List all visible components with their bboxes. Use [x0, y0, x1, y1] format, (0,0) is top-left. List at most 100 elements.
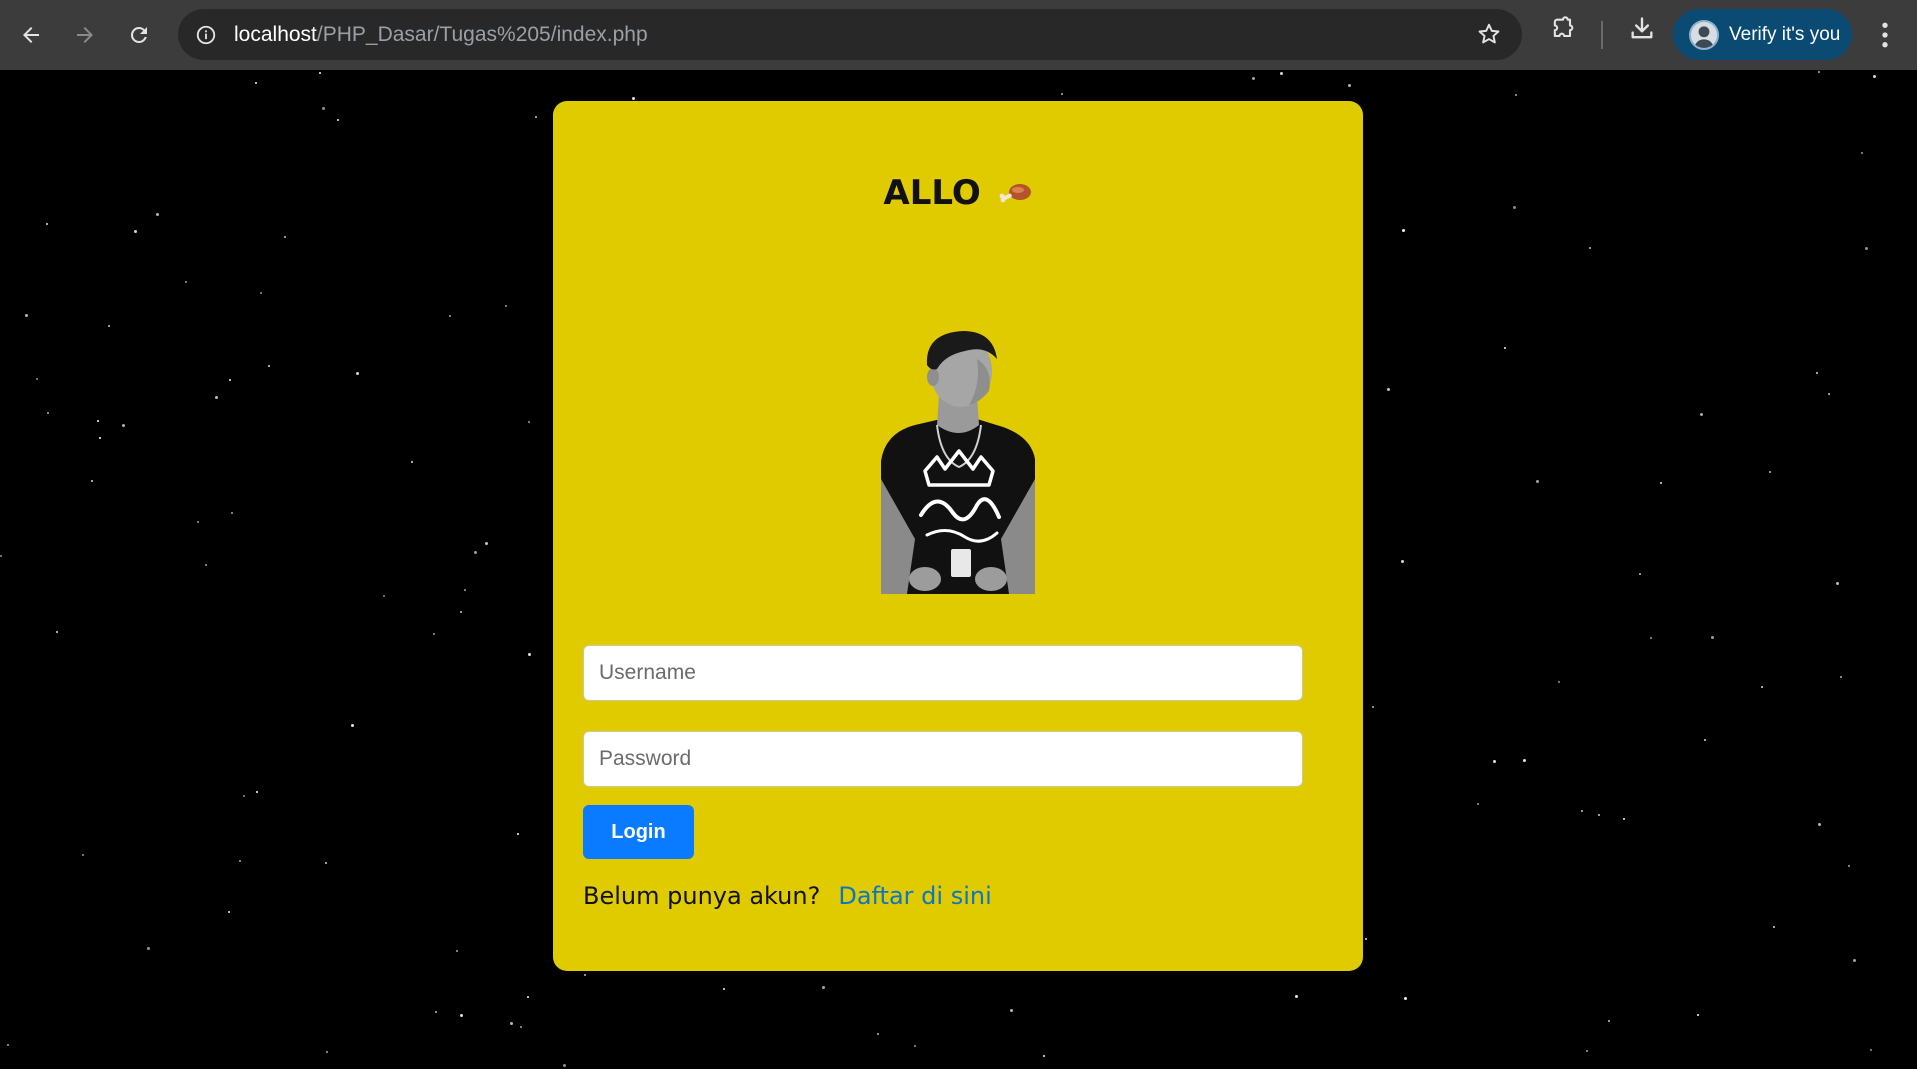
star-dot: [185, 281, 187, 283]
star-dot: [197, 521, 199, 523]
site-info-icon[interactable]: [178, 24, 234, 46]
star-dot: [0, 555, 2, 557]
star-dot: [723, 988, 725, 990]
star-dot: [1504, 347, 1506, 349]
username-input[interactable]: [583, 645, 1303, 701]
star-dot: [1365, 938, 1367, 940]
extensions-icon[interactable]: [1549, 15, 1577, 47]
star-dot: [215, 396, 218, 399]
login-card: ALLO Username Login Belum punya akun? Da…: [553, 101, 1363, 971]
star-dot: [1061, 93, 1063, 95]
url-text[interactable]: localhost/PHP_Dasar/Tugas%205/index.php: [234, 23, 648, 47]
star-dot: [456, 950, 458, 952]
star-dot: [1493, 760, 1496, 763]
login-button[interactable]: Login: [583, 805, 694, 859]
star-dot: [1711, 636, 1714, 639]
star-dot: [1536, 480, 1539, 483]
star-dot: [122, 424, 125, 427]
star-dot: [914, 1045, 916, 1047]
star-dot: [229, 379, 231, 381]
star-dot: [1372, 706, 1374, 708]
star-dot: [435, 1011, 437, 1013]
star-dot: [520, 1026, 522, 1028]
star-dot: [383, 595, 385, 597]
signup-row: Belum punya akun? Daftar di sini: [583, 882, 992, 910]
bookmark-star-icon[interactable]: [1476, 21, 1502, 51]
star-dot: [1828, 393, 1830, 395]
star-dot: [231, 512, 233, 514]
star-dot: [1660, 482, 1662, 484]
arrow-left-icon: [23, 27, 39, 43]
star-dot: [464, 589, 466, 591]
star-dot: [284, 236, 286, 238]
star-dot: [1853, 959, 1856, 962]
star-dot: [1010, 1009, 1013, 1012]
star-dot: [1477, 803, 1479, 805]
star-dot: [1598, 814, 1600, 816]
star-dot: [319, 72, 321, 74]
star-dot: [268, 365, 270, 367]
star-dot: [1761, 686, 1763, 688]
star-dot: [535, 116, 537, 118]
star-dot: [99, 437, 101, 439]
password-input[interactable]: [583, 731, 1303, 787]
verify-identity-button[interactable]: Verify it's you: [1673, 9, 1852, 60]
star-dot: [1704, 739, 1706, 741]
star-dot: [97, 420, 99, 422]
star-dot: [632, 97, 635, 100]
profile-photo: [881, 331, 1035, 594]
star-dot: [205, 564, 207, 566]
star-dot: [1870, 1049, 1872, 1051]
star-dot: [449, 315, 451, 317]
star-dot: [1586, 1050, 1588, 1052]
back-button[interactable]: [4, 8, 58, 62]
star-dot: [517, 833, 519, 835]
star-dot: [411, 461, 413, 463]
login-title: ALLO: [553, 173, 1363, 213]
star-dot: [1840, 676, 1842, 678]
star-dot: [505, 305, 507, 307]
star-dot: [1769, 471, 1771, 473]
star-dot: [256, 791, 258, 793]
star-dot: [1836, 582, 1839, 585]
star-dot: [460, 611, 462, 613]
arrow-right-icon: [77, 27, 93, 43]
page-background: ALLO Username Login Belum punya akun? Da…: [0, 70, 1917, 1069]
star-dot: [7, 1044, 9, 1046]
star-dot: [1523, 759, 1526, 762]
star-dot: [1639, 573, 1641, 575]
login-title-text: ALLO: [883, 173, 981, 213]
star-dot: [156, 213, 159, 216]
star-dot: [1295, 995, 1298, 998]
star-dot: [147, 947, 150, 950]
star-dot: [228, 911, 230, 913]
star-dot: [1402, 229, 1405, 232]
forward-button[interactable]: [58, 8, 112, 62]
star-dot: [1623, 818, 1625, 820]
star-dot: [528, 421, 530, 423]
browser-toolbar: localhost/PHP_Dasar/Tugas%205/index.php …: [0, 0, 1917, 70]
star-dot: [1043, 1055, 1045, 1057]
star-dot: [82, 854, 84, 856]
star-dot: [56, 631, 58, 633]
star-dot: [1252, 77, 1255, 80]
star-dot: [1608, 1020, 1610, 1022]
star-dot: [239, 860, 241, 862]
more-menu-icon[interactable]: [1870, 18, 1900, 56]
star-dot: [1558, 681, 1560, 683]
star-dot: [1873, 75, 1876, 78]
star-dot: [91, 480, 93, 482]
reload-button[interactable]: [112, 8, 166, 62]
download-icon[interactable]: [1628, 15, 1656, 47]
signup-link[interactable]: Daftar di sini: [838, 882, 991, 910]
star-dot: [527, 996, 529, 998]
star-dot: [243, 795, 245, 797]
star-dot: [1865, 247, 1868, 250]
star-dot: [36, 378, 38, 380]
star-dot: [1280, 72, 1283, 75]
address-bar[interactable]: localhost/PHP_Dasar/Tugas%205/index.php: [178, 9, 1522, 60]
url-path: /PHP_Dasar/Tugas%205/index.php: [316, 22, 648, 46]
star-dot: [108, 325, 110, 327]
star-dot: [528, 653, 531, 656]
star-dot: [460, 1014, 463, 1017]
